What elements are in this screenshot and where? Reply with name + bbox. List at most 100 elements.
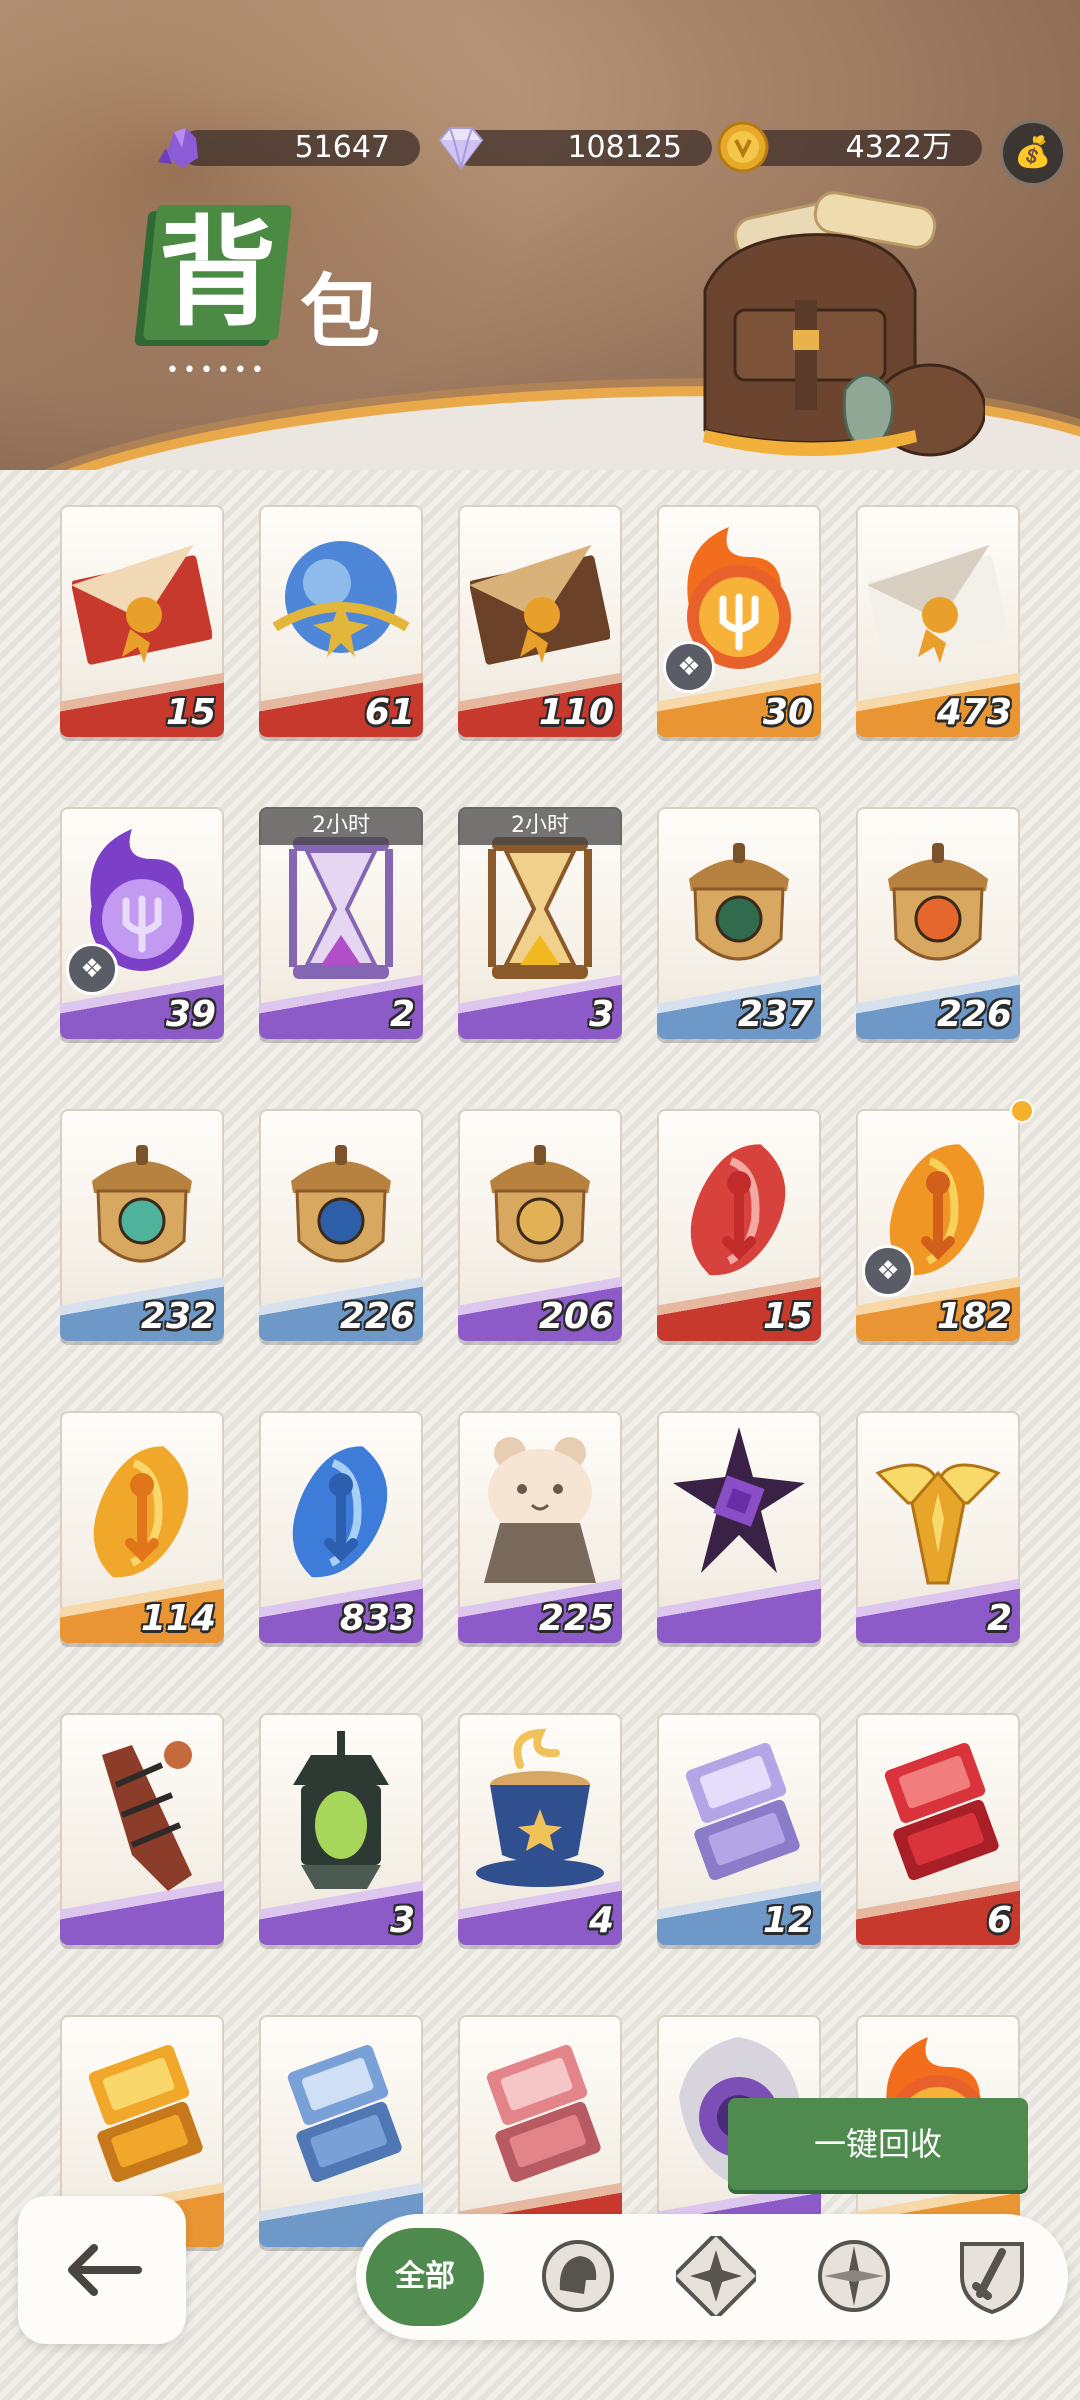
golden-winged-amulet-icon — [875, 1463, 1001, 1585]
page-title-secondary: 包 — [300, 265, 380, 359]
item-card-blue-gem-key[interactable]: 833 — [259, 1411, 423, 1643]
acorn-badge-leaf-icon — [92, 1145, 192, 1263]
item-card-green-lantern[interactable]: 3 — [259, 1713, 423, 1945]
back-button[interactable] — [18, 2196, 186, 2344]
item-count: 226 — [339, 1296, 415, 1337]
blue-gem-key-icon — [292, 1446, 388, 1578]
item-count: 110 — [538, 692, 614, 733]
item-card-gold-hourglass[interactable]: 2小时 3 — [458, 807, 622, 1039]
item-count: 15 — [762, 1296, 813, 1337]
acorn-badge-gold-icon — [490, 1145, 590, 1263]
item-timer: 2小时 — [458, 807, 622, 845]
item-card-red-envelope-letter[interactable]: 15 — [60, 505, 224, 737]
item-card-hamster-figure[interactable]: 225 — [458, 1411, 622, 1643]
brown-envelope-letter-icon — [470, 544, 610, 665]
puzzle-piece-icon: ❖ — [66, 943, 118, 995]
yellow-gem-key-icon — [93, 1446, 189, 1578]
tab-all[interactable]: 全部 — [366, 2228, 484, 2326]
purple-crystal-icon — [158, 128, 198, 168]
one-click-recycle-button[interactable]: 一键回收 — [728, 2098, 1028, 2190]
dark-crystal-star-icon — [673, 1427, 805, 1573]
item-count: 473 — [936, 692, 1012, 733]
currency-value: 108125 — [567, 130, 682, 165]
item-card-blue-bars[interactable] — [259, 2015, 423, 2247]
red-envelope-letter-icon — [72, 544, 212, 665]
acorn-badge-green-eye-icon — [689, 843, 789, 961]
item-card-orange-gem-key[interactable]: ❖ 182 — [856, 1109, 1020, 1341]
item-card-purple-hourglass[interactable]: 2小时 2 — [259, 807, 423, 1039]
item-count: 12 — [762, 1900, 813, 1941]
currency-diamond: 108125 — [452, 130, 712, 166]
currency-purple-crystal: 51647 — [180, 130, 420, 166]
notification-dot — [1010, 1099, 1034, 1123]
item-count: 114 — [140, 1598, 216, 1639]
item-count: 4 — [588, 1900, 614, 1941]
acorn-badge-orange-sun-icon — [888, 843, 988, 961]
item-count: 6 — [986, 1900, 1012, 1941]
item-count: 30 — [762, 692, 813, 733]
item-card-red-gem-key[interactable]: 15 — [657, 1109, 821, 1341]
item-card-yellow-gem-key[interactable]: 114 — [60, 1411, 224, 1643]
item-count: 39 — [165, 994, 216, 1035]
money-bag-icon: 💰 — [1014, 135, 1052, 170]
coffee-cup-icon — [476, 1728, 604, 1887]
item-count: 3 — [588, 994, 614, 1035]
back-arrow-icon — [68, 2244, 142, 2296]
item-card-acorn-badge-orange-sun[interactable]: 226 — [856, 807, 1020, 1039]
backpack-illustration — [703, 191, 985, 457]
gold-coin-icon — [717, 121, 769, 173]
diamond-icon — [438, 127, 484, 170]
money-bag-button[interactable]: 💰 — [1000, 120, 1066, 186]
hamster-figure-icon — [484, 1437, 596, 1583]
item-count: 206 — [538, 1296, 614, 1337]
title-decoration-dots: •••••• — [166, 358, 268, 383]
item-count: 182 — [936, 1296, 1012, 1337]
blue-orb-star-icon — [272, 541, 410, 657]
item-card-dark-crystal-star[interactable] — [657, 1411, 821, 1643]
item-card-red-bars[interactable]: 6 — [856, 1713, 1020, 1945]
item-card-coffee-cup[interactable]: 4 — [458, 1713, 622, 1945]
item-card-golden-winged-amulet[interactable]: 2 — [856, 1411, 1020, 1643]
green-lantern-icon — [293, 1731, 389, 1889]
gold-bars-icon — [88, 2044, 203, 2183]
currency-value: 4322万 — [845, 130, 952, 165]
blue-bars-icon — [287, 2044, 402, 2183]
item-timer: 2小时 — [259, 807, 423, 845]
star-badge-icon[interactable] — [676, 2236, 756, 2316]
item-card-pink-bars[interactable] — [458, 2015, 622, 2247]
item-count: 2 — [986, 1598, 1012, 1639]
item-card-purple-bars[interactable]: 12 — [657, 1713, 821, 1945]
item-card-white-envelope-letter[interactable]: 473 — [856, 505, 1020, 737]
pink-bars-icon — [486, 2044, 601, 2183]
puzzle-piece-icon: ❖ — [862, 1245, 914, 1297]
item-card-brown-envelope-letter[interactable]: 110 — [458, 505, 622, 737]
purple-bars-icon — [685, 1742, 800, 1881]
wrapped-totem-icon — [102, 1741, 192, 1891]
item-count: 61 — [364, 692, 415, 733]
item-card-purple-flame-trident[interactable]: ❖ 39 — [60, 807, 224, 1039]
item-count: 3 — [389, 1900, 415, 1941]
item-card-acorn-badge-leaf[interactable]: 232 — [60, 1109, 224, 1341]
item-count: 232 — [140, 1296, 216, 1337]
item-count: 15 — [165, 692, 216, 733]
item-card-acorn-badge-gold[interactable]: 206 — [458, 1109, 622, 1341]
acorn-badge-star-icon — [291, 1145, 391, 1263]
currency-value: 51647 — [294, 130, 390, 165]
item-count: 226 — [936, 994, 1012, 1035]
white-envelope-letter-icon — [868, 544, 1008, 665]
helmet-icon[interactable] — [538, 2236, 618, 2316]
item-card-fire-trident-coin[interactable]: ❖ 30 — [657, 505, 821, 737]
item-count: 2 — [389, 994, 415, 1035]
item-card-wrapped-totem[interactable] — [60, 1713, 224, 1945]
puzzle-piece-icon: ❖ — [663, 641, 715, 693]
item-card-acorn-badge-star[interactable]: 226 — [259, 1109, 423, 1341]
page-title-main: 背 — [158, 203, 277, 342]
compass-icon[interactable] — [814, 2236, 894, 2316]
item-card-acorn-badge-green-eye[interactable]: 237 — [657, 807, 821, 1039]
item-count: 225 — [538, 1598, 614, 1639]
red-bars-icon — [884, 1742, 999, 1881]
sword-shield-icon[interactable] — [952, 2236, 1032, 2316]
item-card-blue-orb-star[interactable]: 61 — [259, 505, 423, 737]
item-count: 833 — [339, 1598, 415, 1639]
item-count: 237 — [737, 994, 813, 1035]
